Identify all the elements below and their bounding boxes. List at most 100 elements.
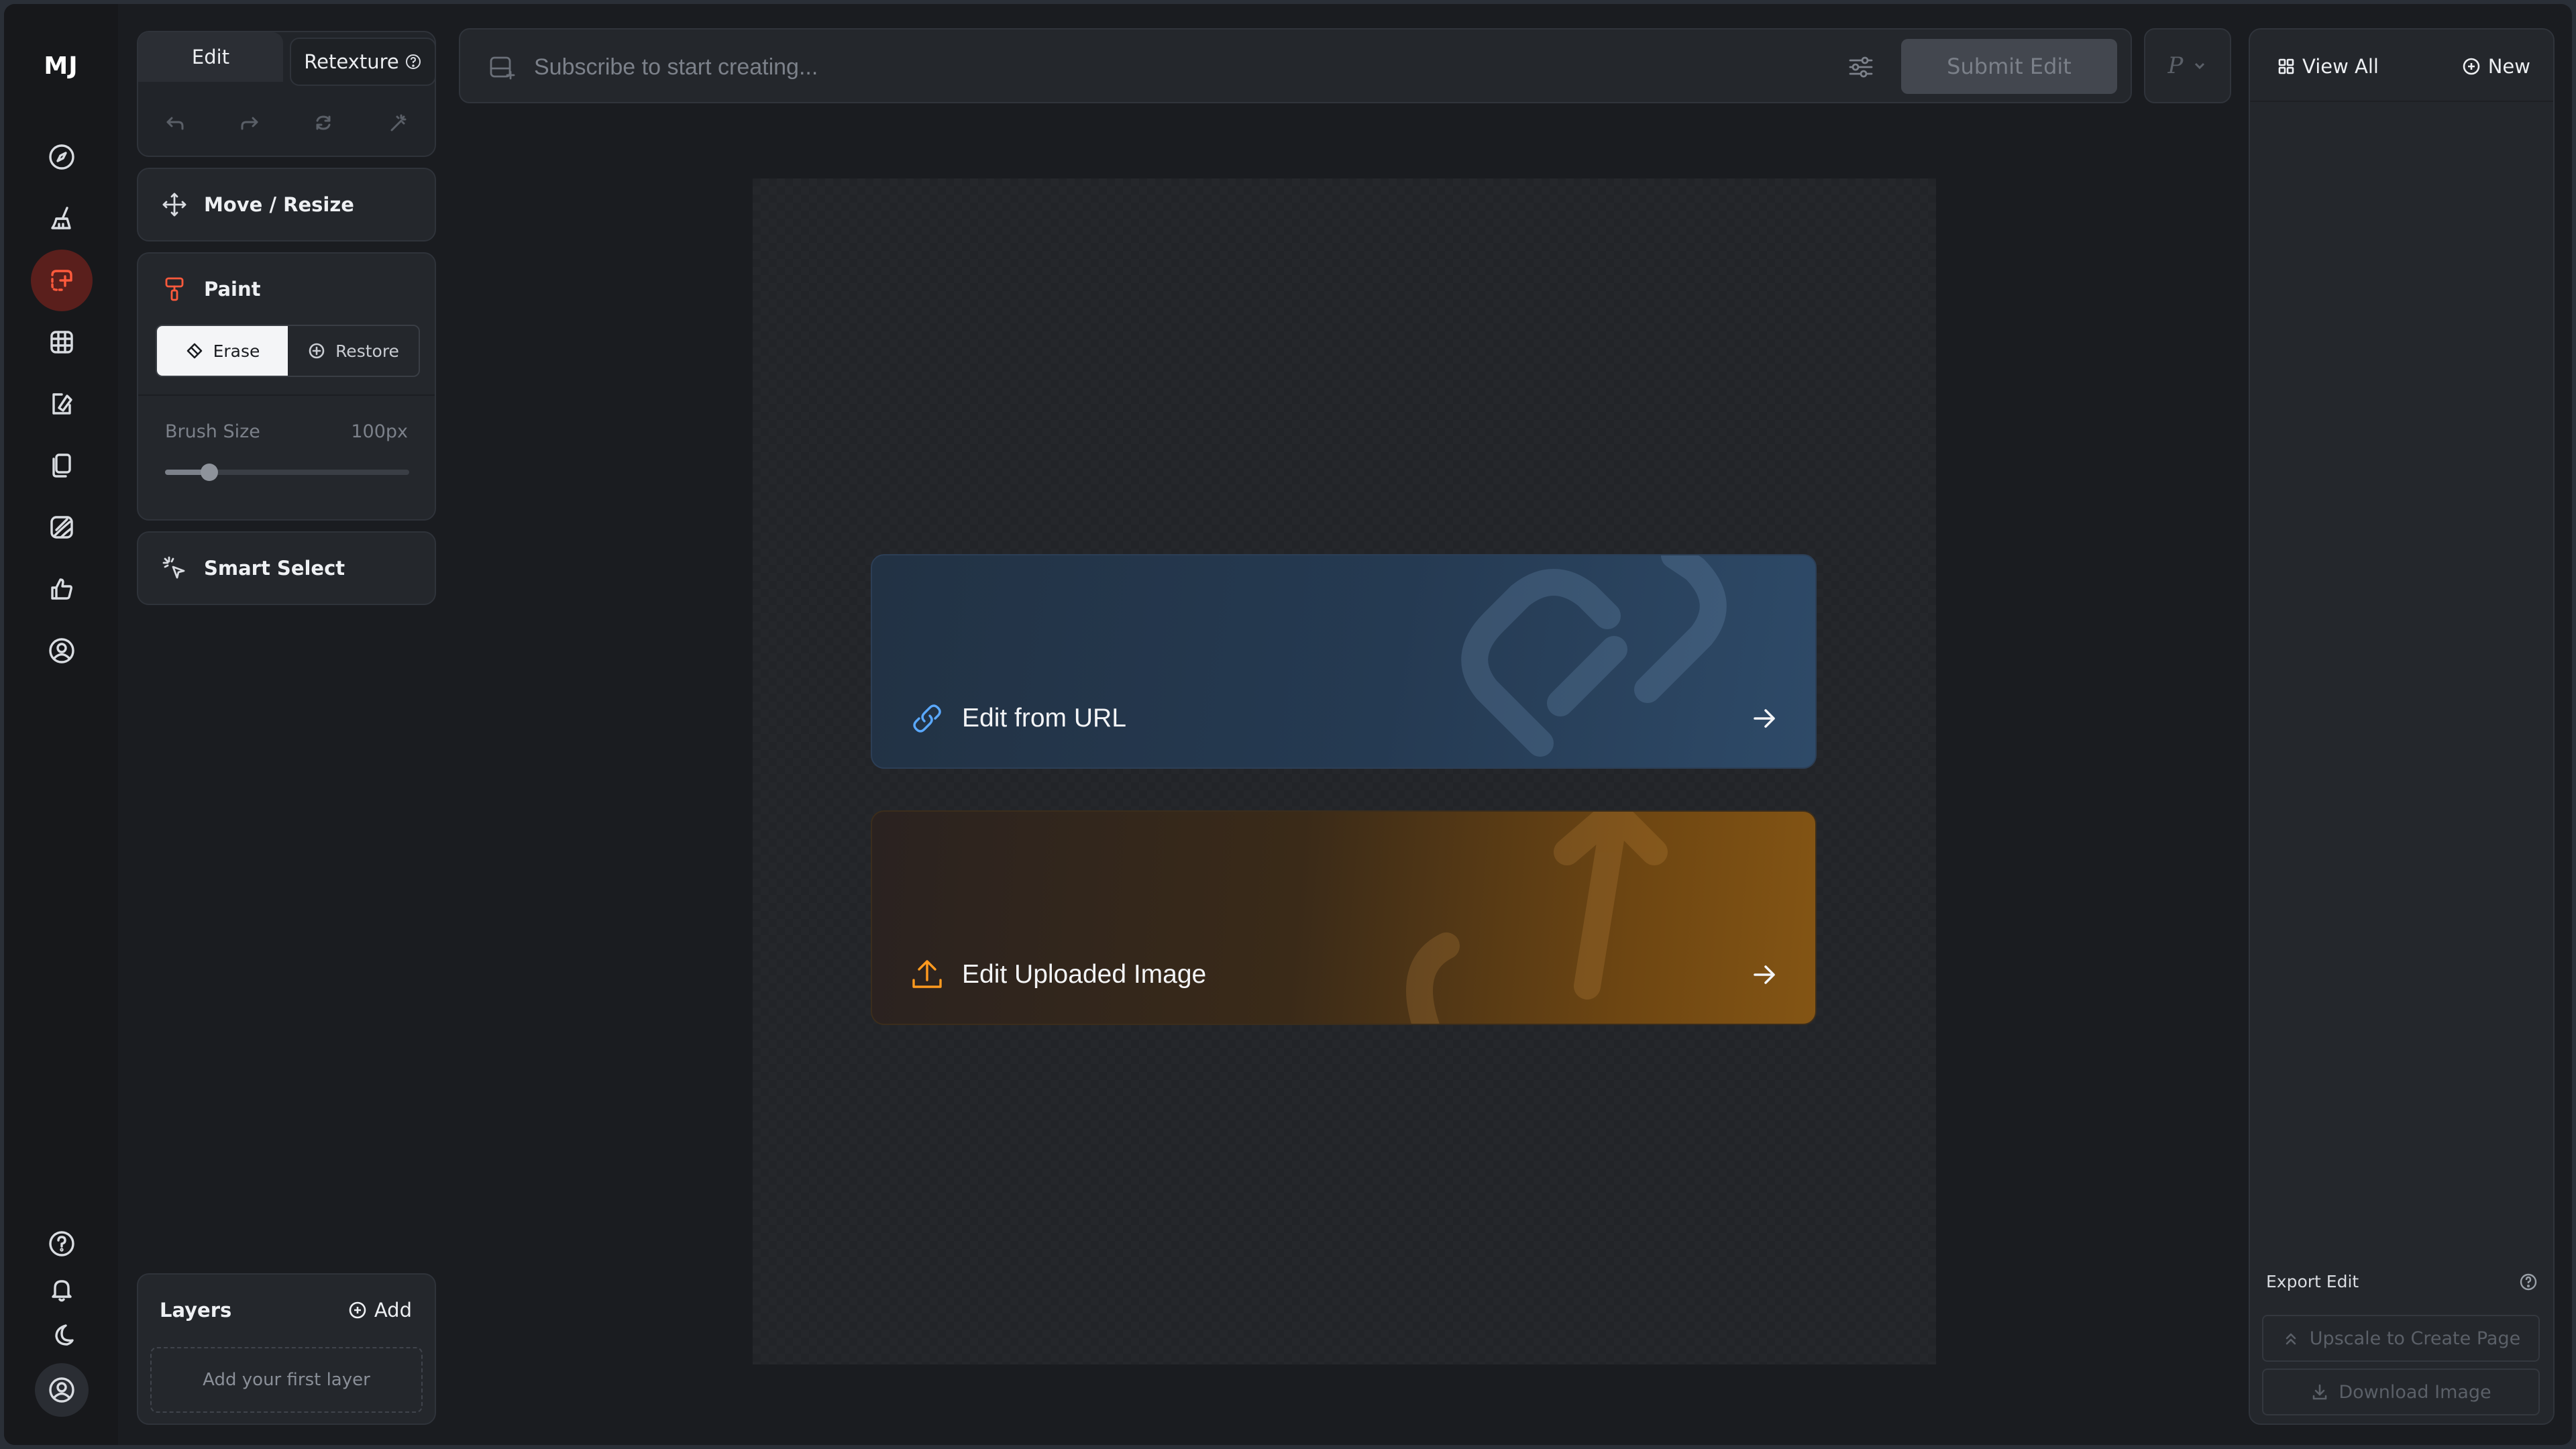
add-layer-label: Add bbox=[374, 1299, 412, 1322]
tool-smart-select[interactable]: Smart Select bbox=[137, 531, 436, 605]
sliders-icon[interactable] bbox=[1846, 52, 1876, 82]
theme-toggle[interactable] bbox=[31, 1304, 93, 1366]
submit-edit-label: Submit Edit bbox=[1947, 54, 2072, 79]
prompt-input[interactable] bbox=[534, 48, 1540, 86]
download-image-button[interactable]: Download Image bbox=[2262, 1368, 2540, 1415]
plus-circle-icon bbox=[2463, 58, 2480, 75]
paint-roller-icon bbox=[165, 277, 184, 301]
account-button[interactable] bbox=[35, 1363, 89, 1417]
view-all-label: View All bbox=[2302, 55, 2379, 78]
history-panel-header: View All New bbox=[2250, 30, 2553, 102]
grid-icon bbox=[50, 331, 73, 354]
help-circle-icon bbox=[405, 54, 421, 69]
edit-uploaded-image-card[interactable]: Edit Uploaded Image bbox=[871, 810, 1817, 1025]
restore-button[interactable]: Restore bbox=[288, 326, 419, 376]
brush-size-value: 100px bbox=[351, 421, 408, 442]
undo-icon[interactable] bbox=[164, 111, 186, 134]
tool-move-resize[interactable]: Move / Resize bbox=[137, 168, 436, 241]
history-panel: View All New Export Edit Upscale to Crea… bbox=[2249, 28, 2555, 1425]
divider bbox=[138, 394, 435, 396]
chevrons-up-icon bbox=[2286, 1333, 2296, 1345]
add-first-layer-label: Add your first layer bbox=[203, 1370, 370, 1390]
tab-edit-label: Edit bbox=[191, 46, 230, 68]
bell-icon bbox=[52, 1280, 72, 1302]
image-add-icon[interactable] bbox=[487, 52, 517, 82]
export-edit-title: Export Edit bbox=[2266, 1272, 2359, 1291]
app-window: MJ Edit Retexture Move / Resize Paint Er… bbox=[4, 4, 2572, 1445]
edit-canvas[interactable] bbox=[753, 178, 1936, 1364]
plus-circle-icon bbox=[349, 1301, 366, 1319]
user-circle-icon bbox=[49, 638, 74, 663]
sidebar-item-create[interactable] bbox=[31, 188, 93, 250]
upscale-to-create-page-button[interactable]: Upscale to Create Page bbox=[2262, 1315, 2540, 1362]
ratings-icon bbox=[50, 516, 73, 539]
tab-edit[interactable]: Edit bbox=[138, 32, 283, 82]
arrow-right-icon bbox=[1754, 965, 1775, 984]
chevron-down-icon bbox=[2195, 62, 2205, 70]
edit-from-url-card[interactable]: Edit from URL bbox=[871, 554, 1817, 769]
personalization-dropdown[interactable]: P bbox=[2144, 28, 2231, 103]
user-circle-icon bbox=[49, 1377, 74, 1403]
sidebar-item-profile[interactable] bbox=[31, 620, 93, 682]
sidebar-item-explore[interactable] bbox=[31, 126, 93, 188]
new-edit-button[interactable]: New bbox=[2461, 55, 2530, 78]
download-label: Download Image bbox=[2339, 1381, 2491, 1403]
layers-title: Layers bbox=[160, 1299, 232, 1322]
compass-icon bbox=[49, 144, 74, 170]
plus-circle-icon bbox=[309, 343, 325, 359]
personalization-label: P bbox=[2167, 52, 2184, 79]
submit-edit-button[interactable]: Submit Edit bbox=[1901, 39, 2117, 94]
tool-paint-panel: Paint Erase Restore Brush Size 100px bbox=[137, 252, 436, 521]
erase-label: Erase bbox=[213, 341, 260, 361]
add-first-layer-dropzone[interactable]: Add your first layer bbox=[150, 1347, 423, 1413]
edit-mode-panel: Edit Retexture bbox=[137, 31, 436, 157]
prompt-bar: Submit Edit bbox=[459, 28, 2132, 103]
move-icon bbox=[162, 193, 186, 217]
sidebar-item-edit[interactable] bbox=[31, 250, 93, 311]
sidebar-item-rate[interactable] bbox=[31, 496, 93, 558]
edit-from-url-label: Edit from URL bbox=[962, 704, 1126, 733]
paintbrush-icon bbox=[51, 207, 71, 229]
tab-retexture-label: Retexture bbox=[304, 50, 399, 73]
sidebar-rail: MJ bbox=[4, 4, 118, 1445]
refresh-icon[interactable] bbox=[312, 111, 335, 134]
move-resize-label: Move / Resize bbox=[204, 193, 354, 216]
download-icon bbox=[2313, 1384, 2327, 1400]
history-toolbar bbox=[138, 99, 435, 146]
question-icon bbox=[49, 1231, 74, 1256]
view-all-button[interactable]: View All bbox=[2277, 55, 2379, 78]
moon-icon bbox=[55, 1324, 74, 1346]
grid-icon bbox=[2278, 58, 2294, 74]
edit-uploaded-image-label: Edit Uploaded Image bbox=[962, 960, 1207, 989]
redo-icon[interactable] bbox=[238, 111, 261, 134]
add-layer-button[interactable]: Add bbox=[347, 1299, 412, 1322]
help-circle-icon[interactable] bbox=[2518, 1272, 2538, 1292]
layers-panel: Layers Add Add your first layer bbox=[137, 1273, 436, 1425]
smart-select-label: Smart Select bbox=[204, 557, 345, 580]
erase-button[interactable]: Erase bbox=[157, 326, 288, 376]
paint-mode-toggle: Erase Restore bbox=[156, 325, 420, 377]
mj-logo[interactable]: MJ bbox=[4, 52, 118, 80]
tab-retexture[interactable]: Retexture bbox=[290, 38, 436, 86]
brush-size-label: Brush Size bbox=[165, 421, 260, 442]
arrow-right-icon bbox=[1754, 709, 1775, 728]
cursor-sparkle-icon bbox=[162, 556, 185, 579]
brush-size-slider[interactable] bbox=[165, 464, 409, 481]
sidebar-item-likes[interactable] bbox=[31, 558, 93, 620]
brush-size-handle[interactable] bbox=[200, 464, 218, 481]
edit-frame-icon bbox=[51, 270, 72, 291]
new-label: New bbox=[2487, 55, 2530, 78]
palette-icon bbox=[52, 393, 72, 415]
upload-icon bbox=[912, 960, 942, 988]
restore-label: Restore bbox=[335, 341, 399, 361]
sidebar-item-moodboards[interactable] bbox=[31, 435, 93, 496]
paint-label: Paint bbox=[204, 278, 261, 301]
eraser-icon bbox=[186, 343, 202, 359]
copy-icon bbox=[52, 453, 71, 478]
sidebar-item-organize[interactable] bbox=[31, 311, 93, 373]
link-icon bbox=[913, 704, 941, 733]
magic-wand-icon[interactable] bbox=[386, 111, 409, 134]
tool-paint[interactable]: Paint bbox=[138, 254, 435, 325]
sidebar-item-personalize[interactable] bbox=[31, 373, 93, 435]
thumbs-up-icon bbox=[51, 578, 72, 600]
